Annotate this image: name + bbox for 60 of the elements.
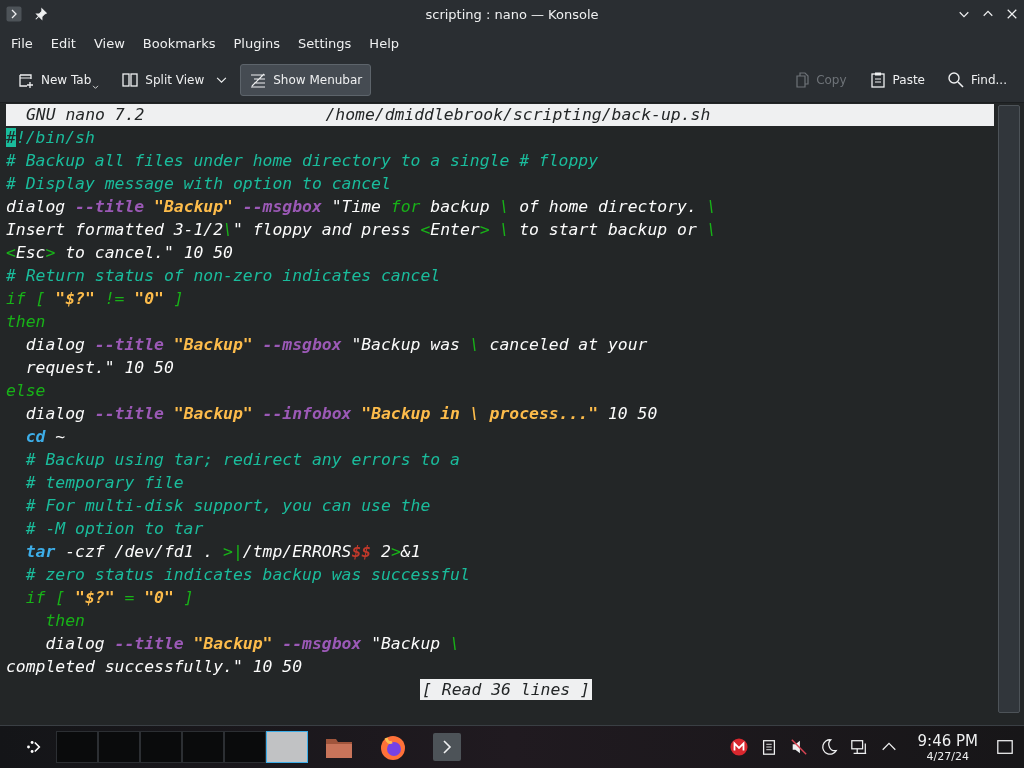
code-line: completed successfully." 10 50 [6,656,304,678]
file-path: /home/dmiddlebrook/scripting/back-up.sh [325,104,711,126]
code-line: # -M option to tar [24,518,205,540]
code-line: cd ~ [24,426,67,448]
code-line: else [6,380,47,402]
clock-date[interactable]: 4/27/24 [926,749,969,763]
code-line: then [6,311,47,333]
menu-item[interactable]: Edit [41,35,85,51]
show-desktop-icon[interactable] [996,738,1014,756]
scrollbar[interactable] [998,105,1020,713]
code-line: # For multi-disk support, you can use the [24,495,432,517]
network-icon[interactable] [849,738,868,756]
menu-item[interactable]: Bookmarks [133,35,225,51]
code-line: dialog --title "Backup" --msgbox "Backup was \ canceled at your [24,334,649,356]
code-line: #!/bin/sh [6,127,96,149]
clipboard-icon [868,71,887,89]
code-line: Insert formatted 3-1/2\" floppy and press <Enter> \ to start backup or \ [6,219,718,241]
window-title: scripting : nano — Konsole [425,6,599,22]
menu-item[interactable]: Plugins [224,35,290,51]
terminal-icon [6,6,22,22]
code-line: request." 10 50 [24,357,175,379]
code-line: dialog --title "Backup" --msgbox "Backup \ [44,633,461,655]
code-line: if [ "$?" = "0" ] [24,587,195,609]
night-light-icon[interactable] [819,738,838,756]
code-line: then [44,610,86,632]
code-line: # Display message with option to cancel [6,173,392,195]
menu-item[interactable]: Help [360,35,408,51]
code-line: if [ "$?" != "0" ] [6,288,185,310]
search-icon [946,71,965,89]
toolbar-button[interactable]: New Tab [8,64,109,96]
close-icon[interactable] [1006,8,1018,20]
menu-item[interactable]: File [2,35,42,51]
caret-icon [92,85,100,90]
code-line: dialog --title "Backup" --msgbox "Time for backup \ of home directory. \ [6,196,718,218]
app-launcher-icon[interactable] [24,738,42,756]
chevron-down-icon [216,76,228,84]
code-line: # Return status of non-zero indicates cancel [6,265,442,287]
clock-time[interactable]: 9:46 PM [917,731,978,750]
terminal-icon[interactable] [432,732,462,762]
split-view-icon [121,71,140,89]
code-line: # zero status indicates backup was successful [24,564,471,586]
code-line: # temporary file [24,472,185,494]
cloud-sync-icon[interactable] [729,738,748,756]
code-line: <Esc> to cancel." 10 50 [6,242,234,264]
menu-item[interactable]: Settings [289,35,361,51]
code-line: dialog --title "Backup" --infobox "Backup in \ process..." 10 50 [24,403,659,425]
code-line: # Backup using tar; redirect any errors to a [24,449,461,471]
editor-version: GNU nano 7.2 [25,104,145,126]
toolbar-button[interactable]: Split View [112,64,237,96]
code-line: tar -czf /dev/fd1 . >|/tmp/ERRORS$$ 2>&1 [24,541,422,563]
menu-item[interactable]: View [84,35,134,51]
muted-speaker-icon[interactable] [789,738,808,756]
new-tab-icon [17,71,35,89]
menubar-icon [249,71,268,89]
toolbar-button[interactable]: Find... [937,64,1016,96]
status-message: [ Read 36 lines ] [420,679,592,700]
code-line: # Backup all files under home directory to a single # floppy [6,150,600,172]
toolbar-button[interactable]: Show Menubar [240,64,372,96]
pin-icon[interactable] [34,7,48,21]
toolbar-button[interactable]: Paste [859,64,934,96]
